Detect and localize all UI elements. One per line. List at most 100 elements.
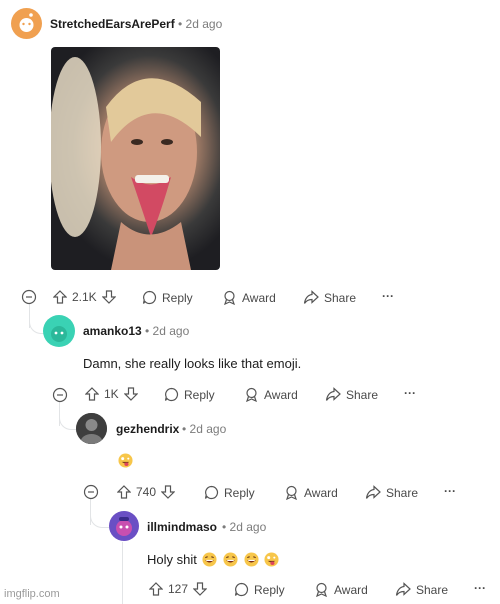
collapse-icon <box>21 289 37 305</box>
award-button[interactable]: Award <box>284 485 338 500</box>
thread-curve <box>90 499 110 528</box>
collapse-button[interactable] <box>21 289 37 305</box>
award-button[interactable]: Award <box>244 387 298 402</box>
snoo-avatar-icon <box>19 13 34 32</box>
snoo-avatar-icon <box>51 326 67 342</box>
award-icon <box>316 582 327 597</box>
share-label: Share <box>386 485 419 500</box>
zany-face-emoji-icon <box>264 552 279 567</box>
share-label: Share <box>324 290 357 305</box>
comment-body <box>116 452 133 470</box>
comment-username[interactable]: StretchedEarsArePerf <box>50 17 175 31</box>
avatar[interactable] <box>11 8 42 39</box>
share-button[interactable]: Share <box>365 485 418 500</box>
more-options-button[interactable]: ··· <box>444 484 456 498</box>
avatar[interactable] <box>109 511 139 541</box>
downvote-icon[interactable] <box>101 290 116 304</box>
comment-meta: • 2d ago <box>145 324 189 338</box>
snoo-avatar-icon <box>116 517 132 536</box>
comment-username[interactable]: gezhendrix <box>116 422 179 436</box>
thread-curve <box>29 303 44 334</box>
reply-button[interactable]: Reply <box>204 485 255 500</box>
comment-meta: • 2d ago <box>178 17 222 31</box>
more-options-button[interactable]: ··· <box>474 581 486 595</box>
comment-meta: • 2d ago <box>182 422 226 436</box>
reply-icon <box>142 290 157 305</box>
separator-dot: • <box>145 324 150 338</box>
comment-body: Damn, she really looks like that emoji. <box>83 356 302 371</box>
award-label: Award <box>264 387 298 402</box>
vote-score: 1K <box>104 387 119 401</box>
share-icon <box>395 582 411 596</box>
collapse-icon <box>83 484 99 500</box>
downvote-icon[interactable] <box>193 582 208 596</box>
vote-score: 740 <box>136 485 157 499</box>
share-icon <box>303 290 319 304</box>
upvote-icon[interactable] <box>117 485 131 499</box>
comment-time[interactable]: 2d ago <box>230 520 267 534</box>
award-label: Award <box>242 290 276 305</box>
vote-group: 1K <box>85 387 138 401</box>
more-options-button[interactable]: ··· <box>382 289 394 303</box>
downvote-icon[interactable] <box>123 387 138 401</box>
collapse-button[interactable] <box>83 484 99 500</box>
comment-time[interactable]: 2d ago <box>186 17 223 31</box>
comment-time[interactable]: 2d ago <box>153 324 190 338</box>
thread-line <box>122 542 123 604</box>
award-label: Award <box>304 485 338 500</box>
profile-photo-icon <box>76 413 107 444</box>
reply-label: Reply <box>224 485 255 500</box>
award-icon <box>224 290 235 305</box>
reply-button[interactable]: Reply <box>142 290 193 305</box>
laughing-face-emoji-icon <box>223 552 238 567</box>
reply-label: Reply <box>184 387 215 402</box>
vote-group: 2.1K <box>53 290 116 304</box>
laughing-face-emoji-icon <box>202 552 218 567</box>
share-label: Share <box>346 387 379 402</box>
reply-button[interactable]: Reply <box>234 582 285 597</box>
reply-button[interactable]: Reply <box>164 387 215 402</box>
reply-icon <box>164 387 179 402</box>
comment-username[interactable]: amanko13 <box>83 324 142 338</box>
avatar[interactable] <box>76 413 107 444</box>
upvote-icon[interactable] <box>149 582 163 596</box>
watermark: imgflip.com <box>4 588 60 600</box>
separator-dot: • <box>178 17 183 31</box>
comment-body: Holy shit <box>147 552 279 567</box>
photo-illustration <box>51 57 201 270</box>
award-icon <box>246 387 257 402</box>
share-icon <box>365 485 381 499</box>
comment-body-text: Holy shit <box>147 552 197 567</box>
award-button[interactable]: Award <box>222 290 276 305</box>
award-label: Award <box>334 582 368 597</box>
comment-time[interactable]: 2d ago <box>190 422 227 436</box>
upvote-icon[interactable] <box>53 290 67 304</box>
laughing-face-emoji-icon <box>244 552 259 567</box>
vote-group: 127 <box>149 582 208 596</box>
zany-face-emoji-icon <box>118 453 133 468</box>
share-icon <box>325 387 341 401</box>
comment-image[interactable] <box>51 47 220 270</box>
share-button[interactable]: Share <box>303 290 356 305</box>
share-button[interactable]: Share <box>325 387 378 402</box>
reply-label: Reply <box>162 290 193 305</box>
reply-icon <box>204 485 219 500</box>
separator-dot: • <box>222 520 227 534</box>
thread-curve <box>59 402 76 430</box>
comment-meta: • 2d ago <box>222 520 266 534</box>
comment-username[interactable]: illmindmaso <box>147 520 217 534</box>
collapse-icon <box>52 387 68 403</box>
reply-icon <box>234 582 249 597</box>
more-options-button[interactable]: ··· <box>404 386 416 400</box>
vote-group: 740 <box>117 485 176 499</box>
collapse-button[interactable] <box>52 387 68 403</box>
share-label: Share <box>416 582 449 597</box>
downvote-icon[interactable] <box>161 485 176 499</box>
award-button[interactable]: Award <box>314 582 368 597</box>
separator-dot: • <box>182 422 187 436</box>
share-button[interactable]: Share <box>395 582 448 597</box>
reply-label: Reply <box>254 582 285 597</box>
avatar[interactable] <box>43 315 75 347</box>
vote-score: 127 <box>168 582 189 596</box>
upvote-icon[interactable] <box>85 387 99 401</box>
